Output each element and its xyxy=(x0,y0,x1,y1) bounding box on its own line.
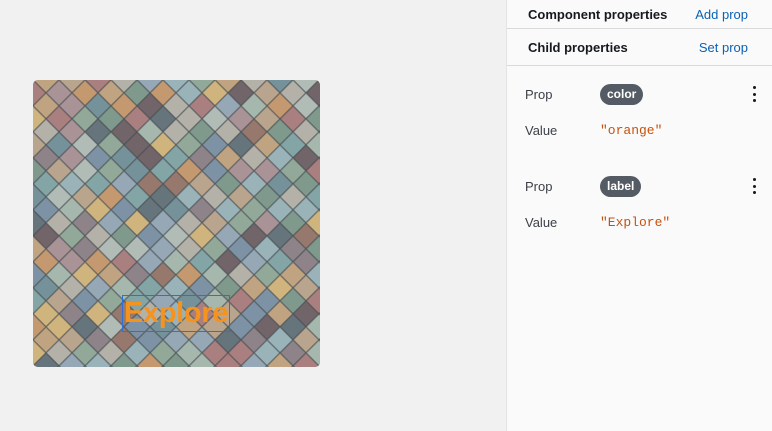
prop-name-chip[interactable]: label xyxy=(600,175,642,197)
prop-key-label: Prop xyxy=(525,178,553,194)
app-root: Explore Component properties Add prop Ch… xyxy=(0,0,772,431)
prop-name-row: Prop color xyxy=(525,76,772,112)
component-card[interactable]: Explore xyxy=(33,80,320,367)
prop-value-text[interactable]: "orange" xyxy=(600,123,662,138)
prop-value-text[interactable]: "Explore" xyxy=(600,215,670,230)
prop-value-label: Value xyxy=(525,214,558,230)
prop-entry-label: Prop label Value "Explore" xyxy=(507,168,772,240)
component-properties-header: Component properties Add prop xyxy=(507,0,772,29)
properties-panel: Component properties Add prop Child prop… xyxy=(506,0,772,431)
more-vertical-icon[interactable] xyxy=(751,86,757,102)
prop-name-chip[interactable]: color xyxy=(600,83,644,105)
prop-entry-color: Prop color Value "orange" xyxy=(507,76,772,148)
child-properties-title: Child properties xyxy=(528,39,628,55)
prop-value-row: Value "Explore" xyxy=(525,204,772,240)
prop-value-row: Value "orange" xyxy=(525,112,772,148)
canvas-area: Explore xyxy=(0,0,506,431)
set-prop-link[interactable]: Set prop xyxy=(699,40,748,55)
more-vertical-icon[interactable] xyxy=(751,178,757,194)
child-properties-header: Child properties Set prop xyxy=(507,29,772,66)
add-prop-link[interactable]: Add prop xyxy=(695,7,748,22)
prop-key-label: Prop xyxy=(525,86,553,102)
component-properties-title: Component properties xyxy=(528,6,668,22)
prop-name-row: Prop label xyxy=(525,168,772,204)
prop-value-label: Value xyxy=(525,122,558,138)
card-label-text[interactable]: Explore xyxy=(122,295,230,332)
